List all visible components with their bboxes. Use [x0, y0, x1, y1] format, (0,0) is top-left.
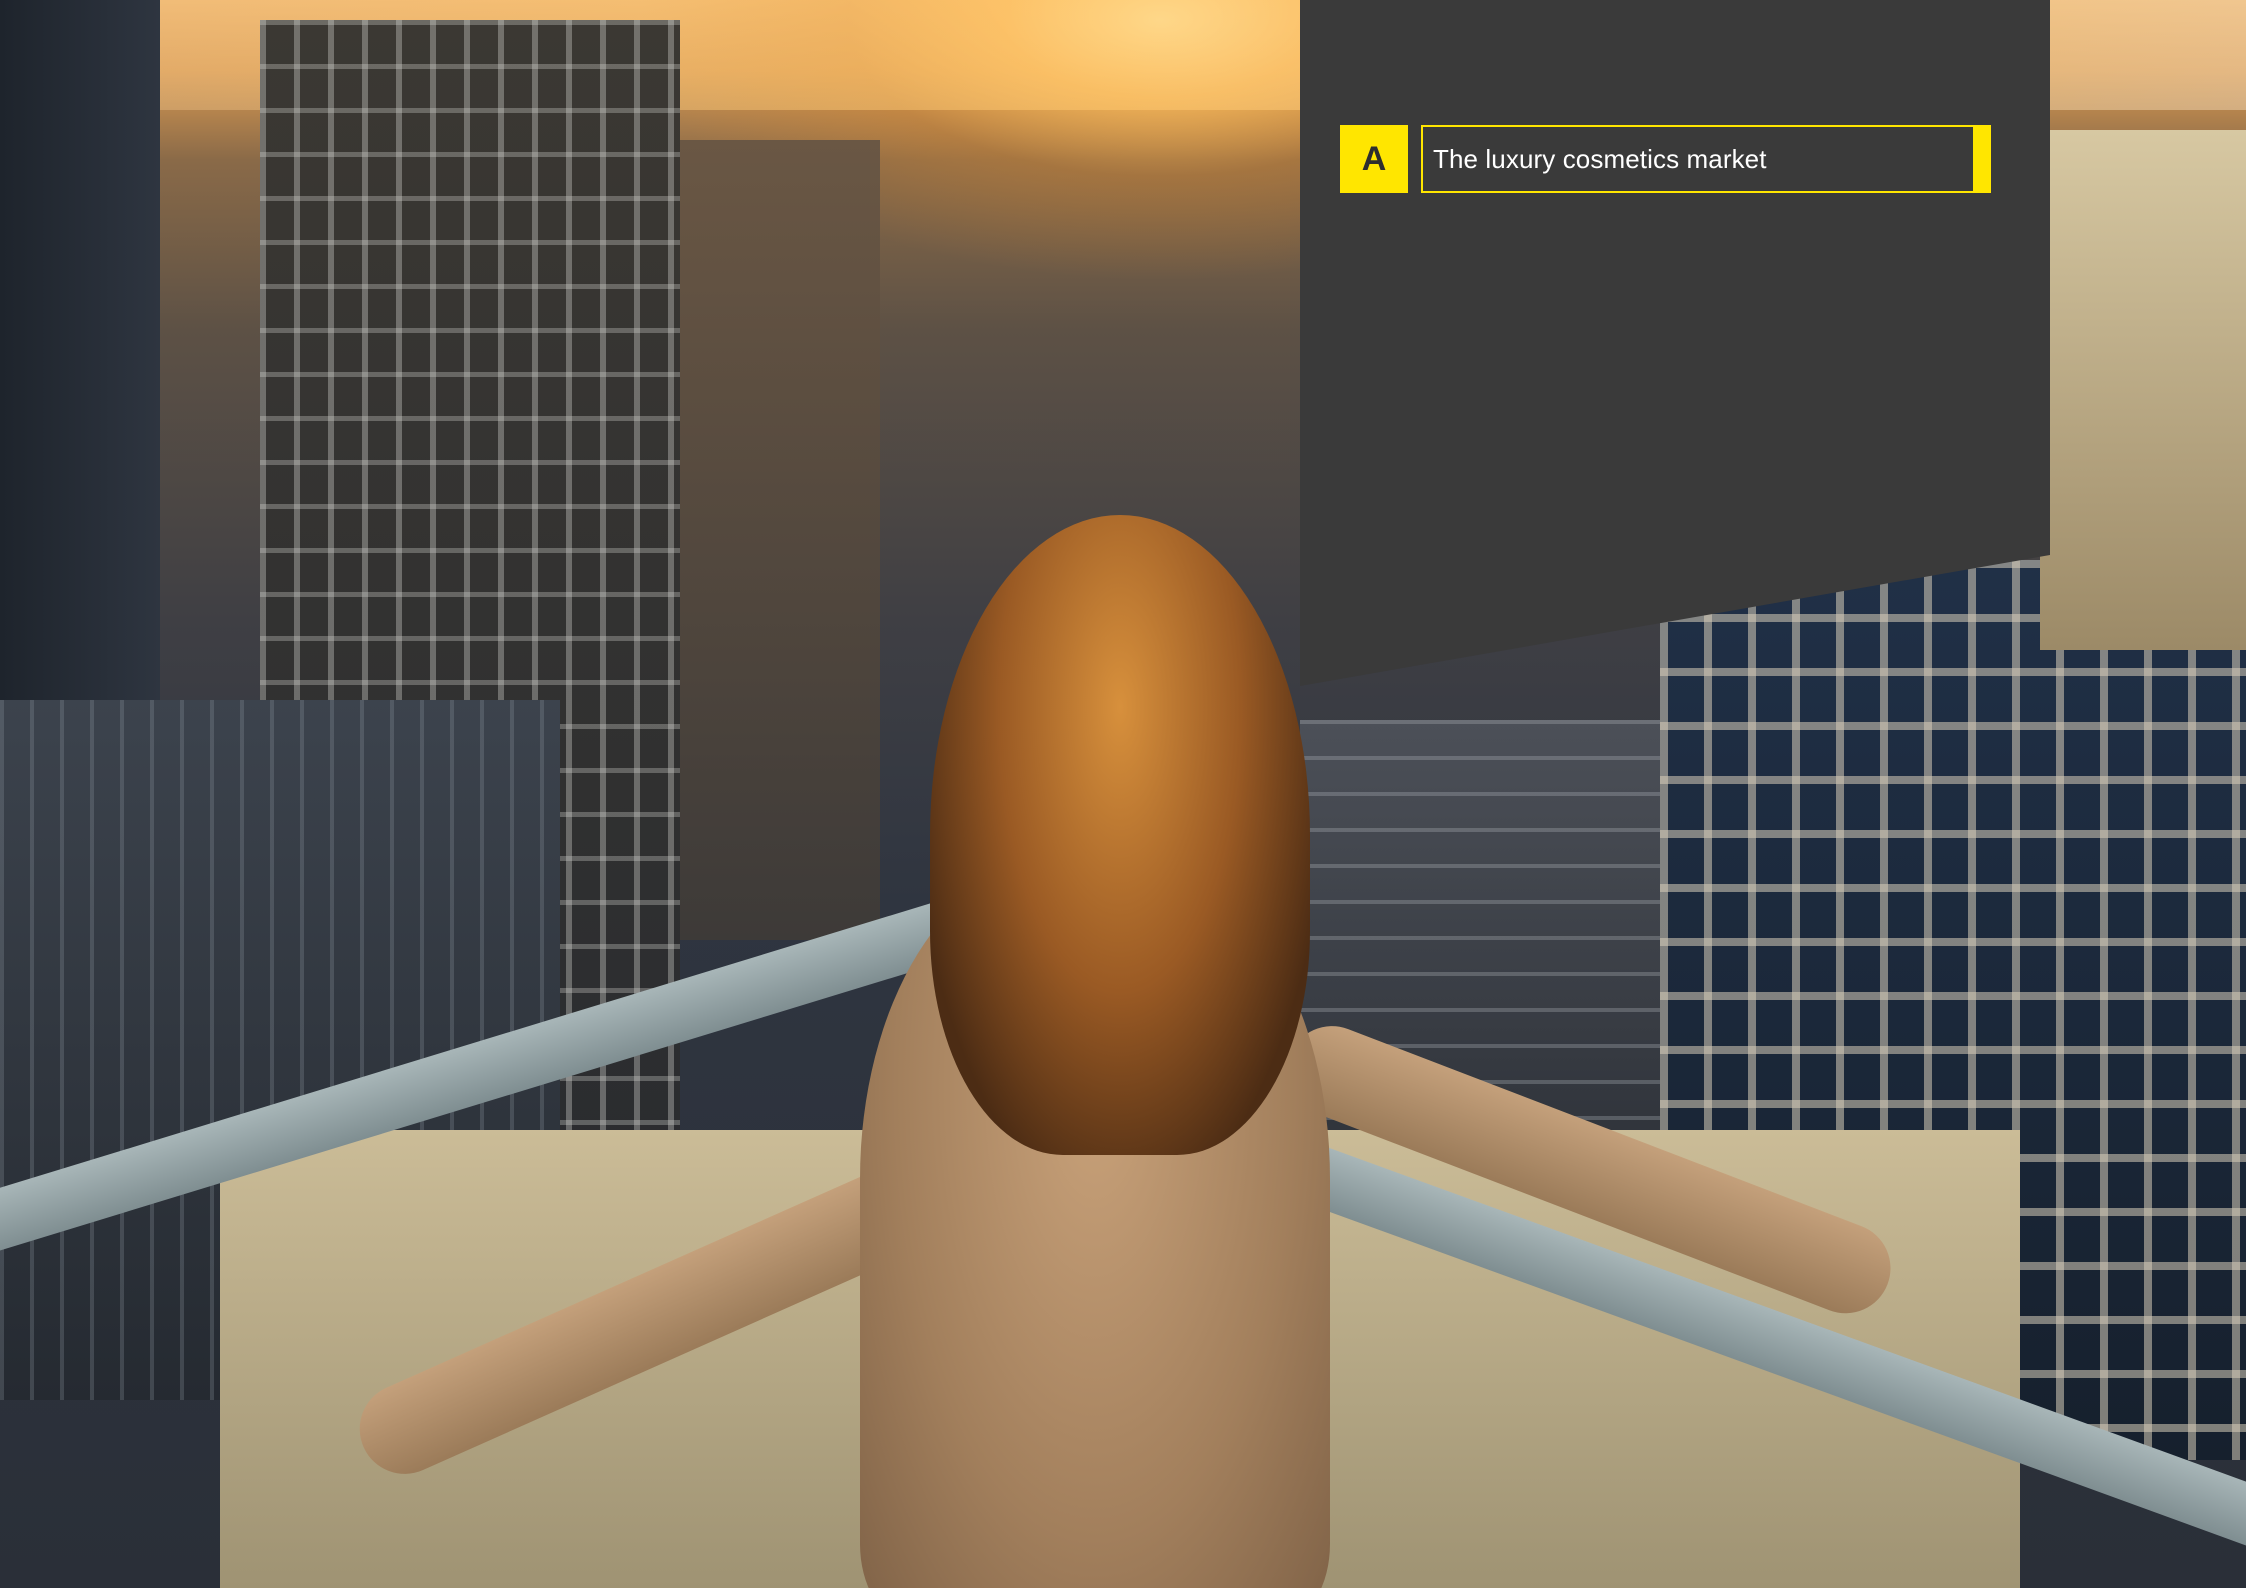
- section-header: A The luxury cosmetics market: [1340, 125, 1991, 193]
- section-title: The luxury cosmetics market: [1433, 143, 1767, 174]
- building-midground: [680, 140, 880, 940]
- page: A The luxury cosmetics market: [0, 0, 2246, 1588]
- building-far-right: [2040, 130, 2246, 650]
- person-hair: [930, 515, 1310, 1155]
- section-letter-badge: A: [1340, 125, 1408, 193]
- section-title-box: The luxury cosmetics market: [1421, 125, 1991, 193]
